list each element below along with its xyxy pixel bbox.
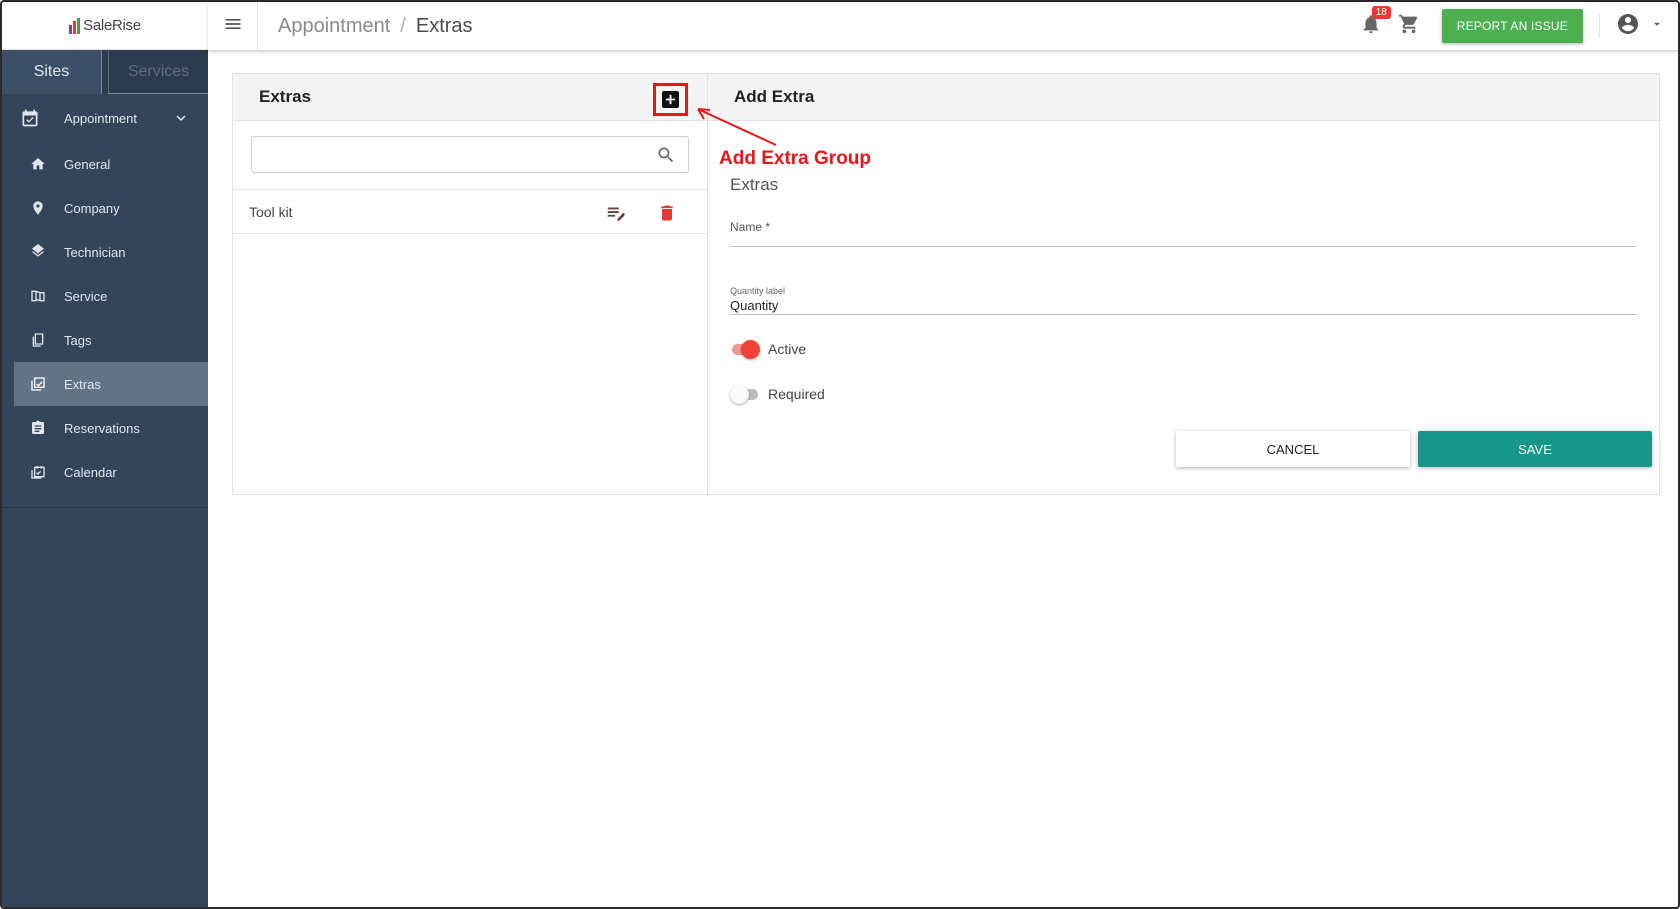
add-extra-panel: Add Extra Extras Name * Quantity label Q… bbox=[708, 73, 1660, 495]
active-toggle-row: Active bbox=[730, 339, 806, 359]
sidebar-item-label: Service bbox=[64, 288, 108, 304]
required-toggle-knob bbox=[730, 385, 749, 404]
edit-icon[interactable] bbox=[605, 202, 627, 227]
required-label: Required bbox=[768, 386, 825, 402]
sidebar-item-calendar[interactable]: Calendar bbox=[2, 450, 208, 494]
cancel-button[interactable]: CANCEL bbox=[1176, 431, 1410, 467]
sidebar-item-label: Reservations bbox=[64, 420, 140, 436]
location-pin-icon bbox=[30, 200, 46, 216]
clipboard-icon bbox=[30, 420, 46, 436]
add-extra-group-button[interactable] bbox=[653, 83, 688, 116]
save-button[interactable]: SAVE bbox=[1418, 431, 1652, 467]
list-item[interactable]: Tool kit bbox=[233, 189, 707, 234]
calendar-icon bbox=[30, 464, 46, 480]
sidebar-item-label: General bbox=[64, 156, 111, 172]
caret-down-icon bbox=[1650, 17, 1664, 36]
sidebar-item-label: Tags bbox=[64, 332, 92, 348]
notifications-button[interactable]: 18 bbox=[1352, 2, 1391, 50]
sidebar-group-appointment[interactable]: Appointment bbox=[2, 94, 208, 142]
sidebar-item-extras[interactable]: Extras bbox=[14, 362, 208, 406]
annotation-arrow bbox=[697, 108, 777, 146]
name-field[interactable]: Name * bbox=[730, 220, 1636, 247]
breadcrumb: Appointment / Extras bbox=[278, 15, 473, 38]
sidebar-divider bbox=[2, 507, 208, 508]
delete-icon[interactable] bbox=[657, 203, 677, 226]
sidebar-group-label: Appointment bbox=[64, 110, 137, 126]
extras-search-input[interactable] bbox=[251, 136, 689, 173]
quantity-label-field[interactable]: Quantity label Quantity bbox=[730, 286, 1636, 315]
cart-button[interactable] bbox=[1390, 2, 1428, 50]
report-issue-button[interactable]: REPORT AN ISSUE bbox=[1441, 9, 1583, 43]
account-circle-icon bbox=[1616, 12, 1640, 41]
sidebar-item-label: Extras bbox=[64, 376, 101, 392]
sidebar-item-label: Calendar bbox=[64, 464, 117, 480]
search-icon[interactable] bbox=[656, 145, 676, 170]
sidebar-item-tags[interactable]: Tags bbox=[2, 318, 208, 362]
sidebar-item-general[interactable]: General bbox=[2, 142, 208, 186]
extra-item-name: Tool kit bbox=[249, 203, 293, 220]
annotation-label: Add Extra Group bbox=[719, 148, 872, 169]
active-toggle-knob bbox=[741, 340, 760, 359]
extras-panel-title: Extras bbox=[259, 87, 311, 106]
account-menu-button[interactable] bbox=[1616, 12, 1664, 41]
tag-copy-icon bbox=[30, 332, 46, 348]
sidebar: SaleRise Sites Services Appointment Gene… bbox=[2, 2, 208, 907]
breadcrumb-current: Extras bbox=[415, 14, 473, 37]
layers-icon bbox=[30, 244, 46, 260]
chevron-down-icon bbox=[172, 109, 190, 127]
tab-sites[interactable]: Sites bbox=[2, 50, 102, 94]
book-icon bbox=[30, 288, 46, 304]
logo: SaleRise bbox=[69, 17, 141, 34]
sidebar-item-company[interactable]: Company bbox=[2, 186, 208, 230]
active-toggle[interactable] bbox=[730, 339, 760, 359]
quantity-label-value: Quantity bbox=[730, 298, 779, 313]
header-actions: 18 REPORT AN ISSUE bbox=[1352, 2, 1678, 50]
sidebar-tabs: Sites Services bbox=[2, 50, 208, 94]
quantity-label-caption: Quantity label bbox=[730, 286, 786, 296]
sidebar-item-technician[interactable]: Technician bbox=[2, 230, 208, 274]
breadcrumb-separator: / bbox=[400, 14, 406, 37]
tab-services[interactable]: Services bbox=[108, 50, 208, 94]
app-window: SaleRise Sites Services Appointment Gene… bbox=[0, 0, 1680, 909]
menu-icon bbox=[223, 14, 243, 39]
collection-icon bbox=[30, 376, 46, 392]
required-toggle-row: Required bbox=[730, 384, 825, 404]
extras-panel-header: Extras bbox=[233, 74, 707, 121]
notification-badge: 18 bbox=[1371, 6, 1391, 19]
active-label: Active bbox=[768, 341, 807, 357]
home-icon bbox=[30, 156, 46, 172]
required-toggle[interactable] bbox=[730, 384, 760, 404]
extras-list-panel: Extras Tool kit bbox=[232, 73, 708, 495]
form-section-title: Extras bbox=[730, 175, 779, 194]
logo-text: SaleRise bbox=[83, 17, 141, 34]
shopping-cart-icon bbox=[1398, 13, 1420, 40]
name-label: Name * bbox=[730, 220, 771, 234]
logo-area[interactable]: SaleRise bbox=[2, 2, 208, 50]
sidebar-item-label: Company bbox=[64, 200, 120, 216]
header-divider bbox=[1599, 14, 1600, 38]
hamburger-menu-button[interactable] bbox=[208, 2, 258, 50]
calendar-check-icon bbox=[20, 108, 40, 128]
sidebar-item-reservations[interactable]: Reservations bbox=[2, 406, 208, 450]
top-header: Appointment / Extras 18 REPORT AN ISSUE bbox=[208, 2, 1678, 50]
add-extra-header: Add Extra bbox=[708, 74, 1659, 121]
sidebar-item-label: Technician bbox=[64, 244, 126, 260]
sidebar-item-service[interactable]: Service bbox=[2, 274, 208, 318]
logo-mark-icon bbox=[69, 17, 81, 34]
breadcrumb-parent[interactable]: Appointment bbox=[278, 15, 390, 38]
row-actions bbox=[605, 202, 677, 227]
plus-icon bbox=[662, 91, 679, 108]
